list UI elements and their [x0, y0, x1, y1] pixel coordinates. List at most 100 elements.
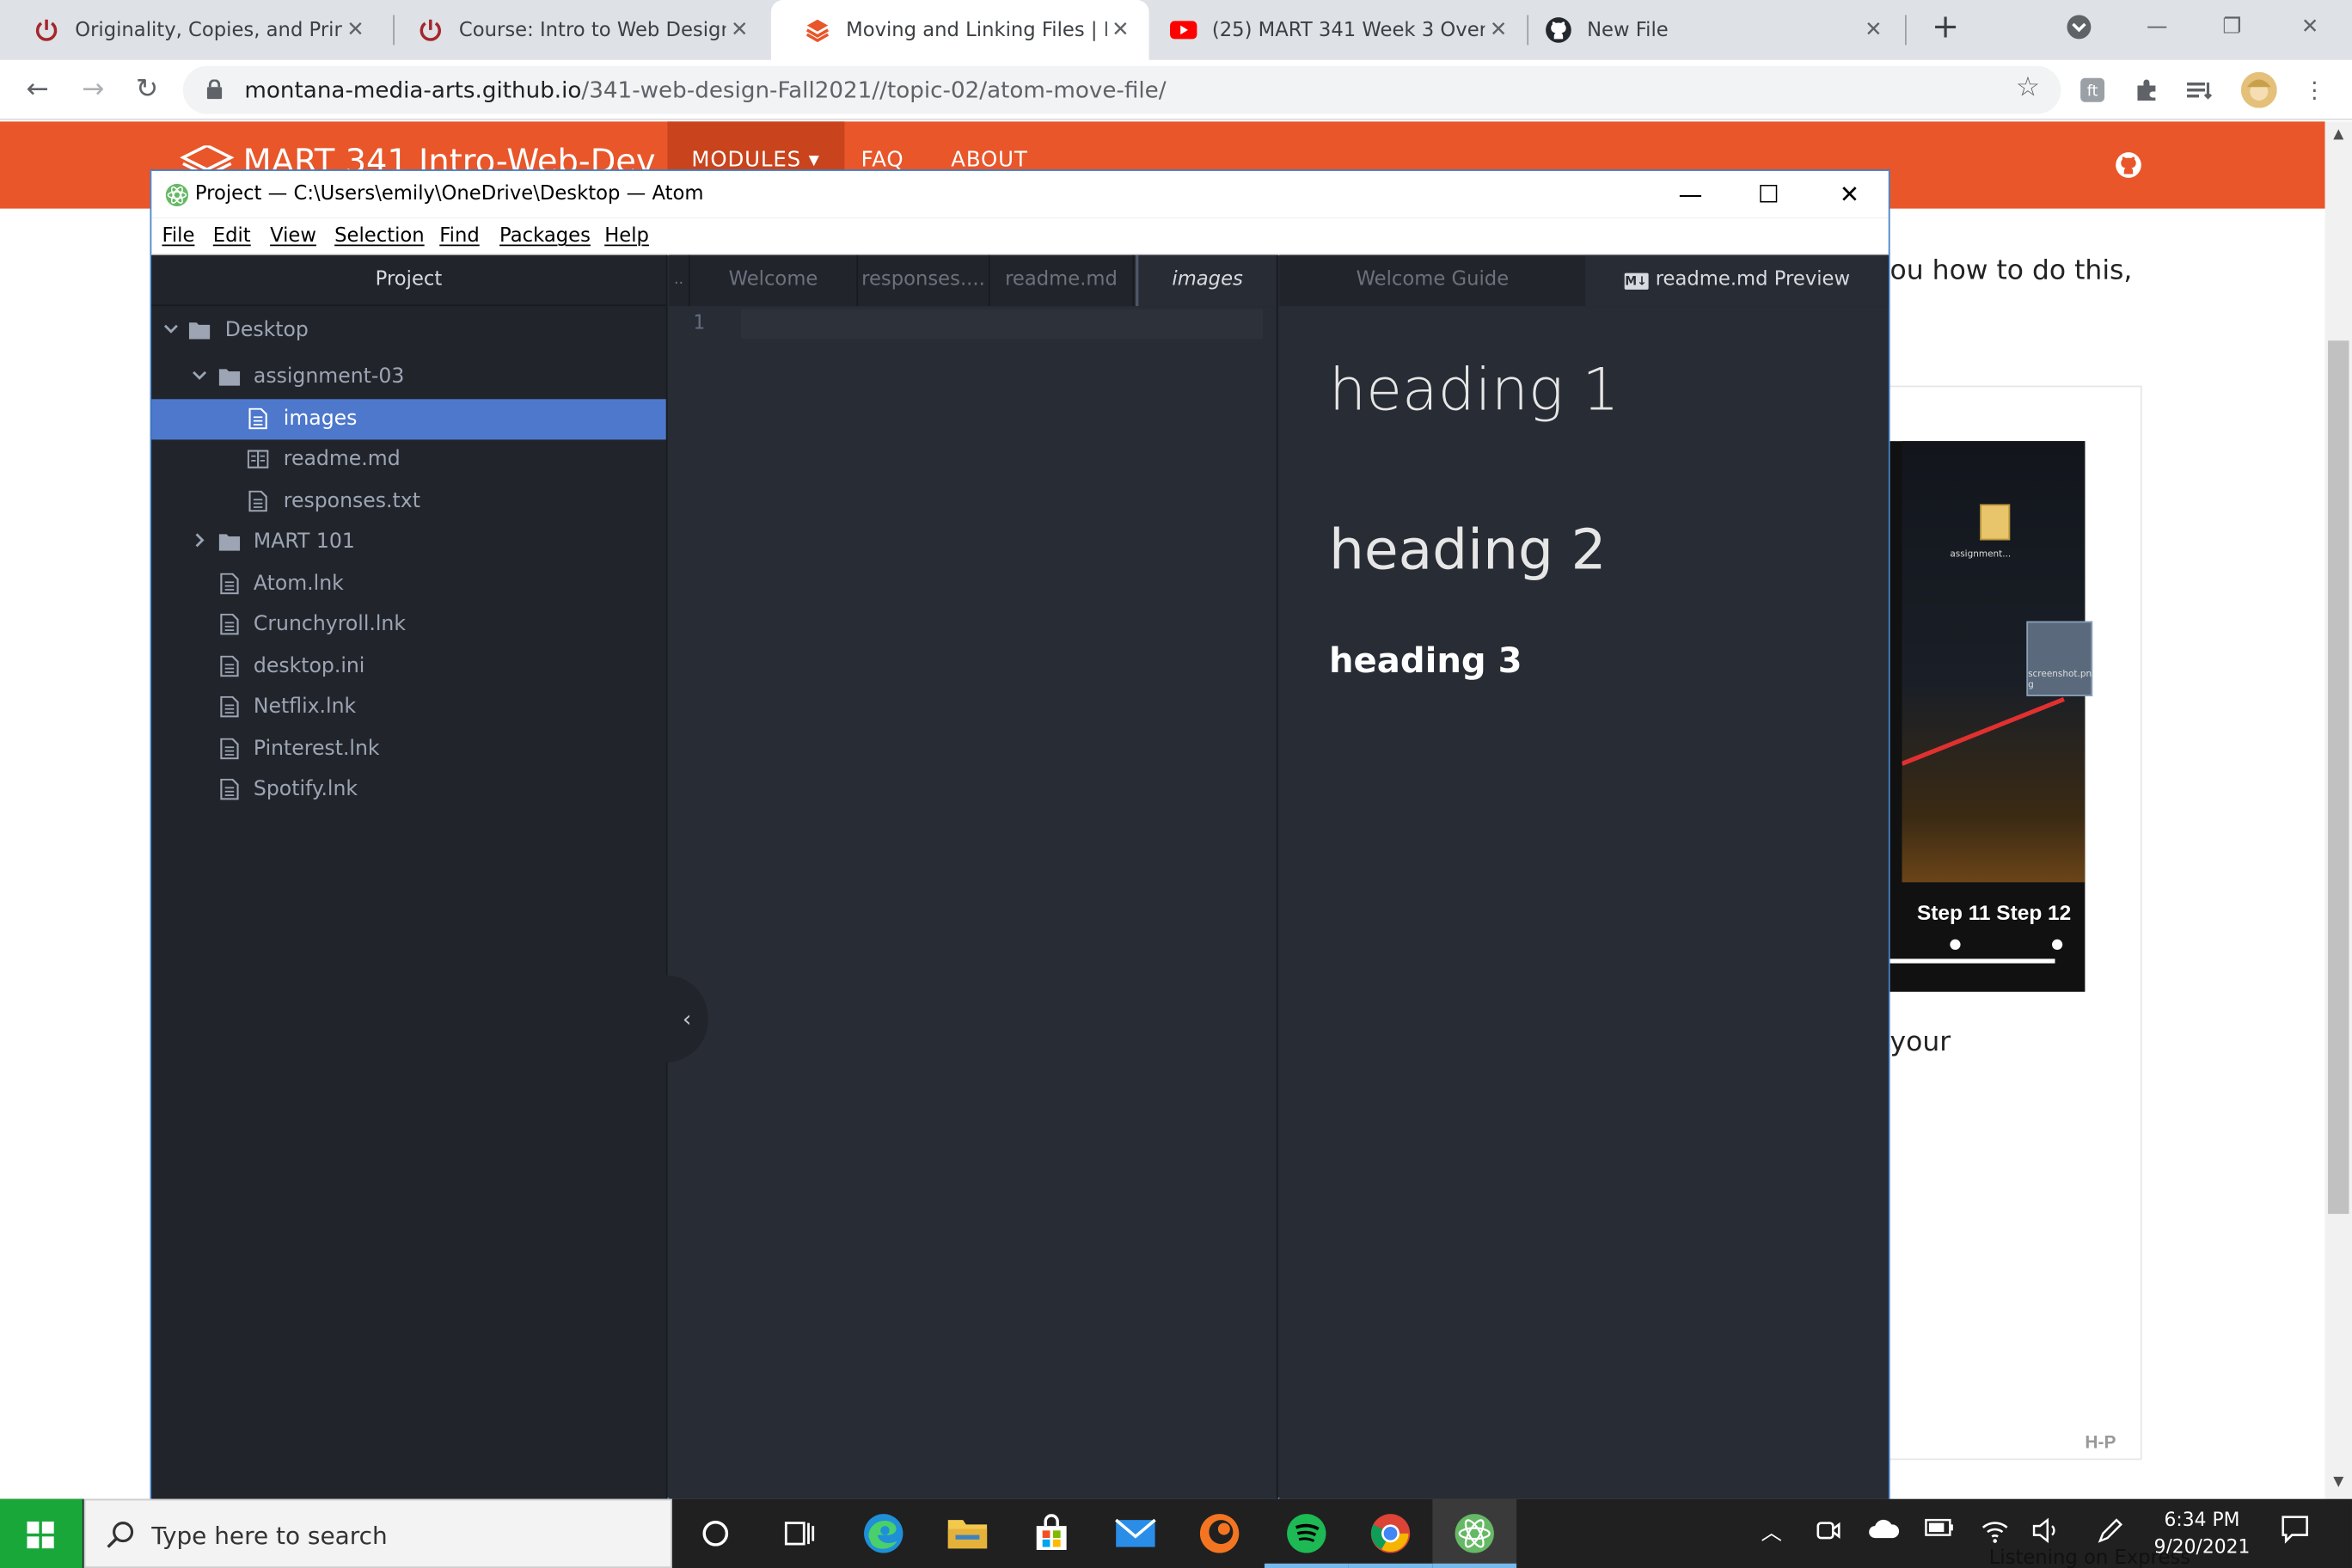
cortana-icon[interactable] — [673, 1499, 757, 1568]
spotify-icon[interactable] — [1264, 1499, 1349, 1568]
chevron-up-icon[interactable]: ︿ — [1761, 1517, 1782, 1547]
crunchyroll-icon[interactable] — [1178, 1499, 1262, 1568]
forward-button[interactable]: → — [75, 72, 111, 108]
browser-tab-youtube[interactable]: (25) MART 341 Week 3 Overv ✕ — [1149, 0, 1528, 60]
bookmark-star-icon[interactable]: ☆ — [2016, 72, 2040, 104]
tree-item-atom-lnk[interactable]: Atom.lnk — [151, 564, 665, 604]
close-icon[interactable]: ✕ — [1860, 18, 1887, 42]
tree-item-assignment-03[interactable]: assignment-03 — [151, 357, 665, 397]
menu-help[interactable]: Help — [604, 225, 649, 248]
atom-maximize-button[interactable]: ☐ — [1736, 177, 1802, 213]
folder-icon — [1980, 504, 2011, 541]
tab-welcome-guide[interactable]: Welcome Guide — [1279, 255, 1585, 306]
taskbar-search-box[interactable]: Type here to search — [83, 1498, 672, 1568]
close-icon[interactable]: ✕ — [342, 18, 369, 42]
stack-icon — [804, 16, 830, 43]
restore-button[interactable]: ❐ — [2202, 6, 2262, 48]
collapse-tree-button[interactable]: ‹ — [665, 975, 708, 1063]
file-explorer-icon[interactable] — [926, 1499, 1010, 1568]
browser-tab-moving-linking[interactable]: Moving and Linking Files | MA ✕ — [770, 0, 1149, 60]
menu-packages[interactable]: Packages — [499, 225, 591, 248]
preview-heading-2: heading 2 — [1328, 518, 1607, 583]
atom-titlebar[interactable]: Project — C:\Users\emily\OneDrive\Deskto… — [151, 170, 1889, 218]
address-bar[interactable]: montana-media-arts.github.io/341-web-des… — [182, 65, 2061, 114]
slide-dot[interactable] — [1950, 939, 1961, 950]
tree-item-spotify-lnk[interactable]: Spotify.lnk — [151, 769, 665, 810]
atom-icon[interactable] — [1432, 1498, 1517, 1568]
meet-now-icon[interactable] — [1815, 1517, 1841, 1550]
menu-view[interactable]: View — [270, 225, 316, 248]
pen-icon[interactable] — [2094, 1517, 2124, 1550]
tree-header[interactable]: Project — [151, 255, 666, 307]
tab-readme[interactable]: readme.md — [990, 254, 1135, 307]
page-scrollbar[interactable]: ▲ ▼ — [2324, 121, 2352, 1499]
scroll-down-icon[interactable]: ▼ — [2325, 1475, 2352, 1490]
tab-overflow[interactable]: .. — [669, 254, 690, 307]
close-button[interactable]: ✕ — [2280, 6, 2340, 48]
tree-item-pinterest-lnk[interactable]: Pinterest.lnk — [151, 729, 665, 769]
tree-item-readme[interactable]: readme.md — [151, 439, 665, 480]
notification-center-icon[interactable] — [2280, 1514, 2310, 1550]
tree-item-desktop-ini[interactable]: desktop.ini — [151, 646, 665, 687]
menu-find[interactable]: Find — [439, 225, 479, 248]
tree-item-crunchyroll-lnk[interactable]: Crunchyroll.lnk — [151, 604, 665, 645]
tree-item-responses[interactable]: responses.txt — [151, 481, 665, 522]
github-icon[interactable] — [2115, 151, 2141, 178]
close-icon[interactable]: ✕ — [726, 18, 753, 42]
atom-menubar: File Edit View Selection Find Packages H… — [151, 217, 1889, 255]
edge-icon[interactable] — [842, 1499, 926, 1568]
menu-file[interactable]: File — [162, 225, 194, 248]
tab-responses[interactable]: responses.... — [858, 254, 990, 307]
tab-label: Originality, Copies, and Prima — [75, 18, 342, 41]
tree-item-netflix-lnk[interactable]: Netflix.lnk — [151, 687, 665, 727]
new-tab-button[interactable]: + — [1926, 9, 1964, 47]
slide-dot[interactable] — [2052, 939, 2063, 950]
microsoft-store-icon[interactable] — [1009, 1499, 1093, 1568]
file-text-icon — [220, 655, 239, 677]
minimize-button[interactable]: — — [2127, 6, 2187, 48]
browser-tab-course[interactable]: Course: Intro to Web Design ( ✕ — [384, 0, 769, 60]
browser-tab-new-file[interactable]: New File ✕ — [1527, 0, 1902, 60]
tree-item-mart-101[interactable]: MART 101 — [151, 522, 665, 562]
chrome-icon[interactable] — [1348, 1499, 1433, 1568]
tab-label: (25) MART 341 Week 3 Overv — [1211, 18, 1485, 41]
extension-icon[interactable]: ft — [2076, 74, 2109, 107]
tab-readme-preview[interactable]: M↓ readme.md Preview — [1585, 254, 1889, 307]
browser-toolbar: ← → ↻ montana-media-arts.github.io/341-w… — [0, 59, 2352, 120]
battery-icon[interactable] — [1925, 1517, 1955, 1544]
svg-text:ft: ft — [2087, 83, 2098, 101]
puzzle-icon[interactable] — [2130, 74, 2163, 107]
volume-icon[interactable] — [2031, 1517, 2061, 1550]
slide-steps[interactable]: Step 11 Step 12 — [1917, 900, 2071, 924]
close-icon[interactable]: ✕ — [1485, 18, 1511, 42]
book-icon — [247, 450, 269, 469]
scroll-up-icon[interactable]: ▲ — [2325, 127, 2352, 142]
atom-window-title: Project — C:\Users\emily\OneDrive\Deskto… — [194, 182, 704, 206]
more-menu-icon[interactable]: ⋮ — [2298, 74, 2331, 107]
atom-minimize-button[interactable]: — — [1657, 177, 1724, 213]
browser-tab-originality[interactable]: Originality, Copies, and Prima ✕ — [0, 0, 384, 60]
back-button[interactable]: ← — [20, 72, 56, 108]
menu-selection[interactable]: Selection — [334, 225, 425, 248]
avatar[interactable] — [2240, 71, 2277, 108]
reading-list-icon[interactable] — [2184, 74, 2217, 107]
mail-icon[interactable] — [1093, 1499, 1178, 1568]
tab-search-button[interactable] — [2049, 6, 2110, 48]
reload-button[interactable]: ↻ — [129, 72, 165, 108]
onedrive-icon[interactable] — [1867, 1517, 1900, 1547]
slideshow[interactable]: assignment... screenshot.pn g Step 11 St… — [1887, 441, 2093, 992]
start-button[interactable] — [0, 1498, 83, 1568]
atom-close-button[interactable]: ✕ — [1816, 177, 1883, 213]
tree-item-images[interactable]: images — [151, 399, 666, 440]
scrollbar-thumb[interactable] — [2328, 340, 2349, 1215]
tab-images[interactable]: images — [1135, 254, 1278, 307]
folder-icon — [218, 534, 241, 551]
menu-edit[interactable]: Edit — [213, 225, 251, 248]
wifi-icon[interactable] — [1980, 1517, 2010, 1550]
tab-welcome[interactable]: Welcome — [690, 254, 859, 307]
close-icon[interactable]: ✕ — [1107, 18, 1134, 42]
task-view-icon[interactable] — [757, 1499, 842, 1568]
tree-item-desktop[interactable]: Desktop — [151, 310, 665, 351]
file-text-icon — [220, 778, 239, 800]
line-number: 1 — [693, 312, 705, 335]
